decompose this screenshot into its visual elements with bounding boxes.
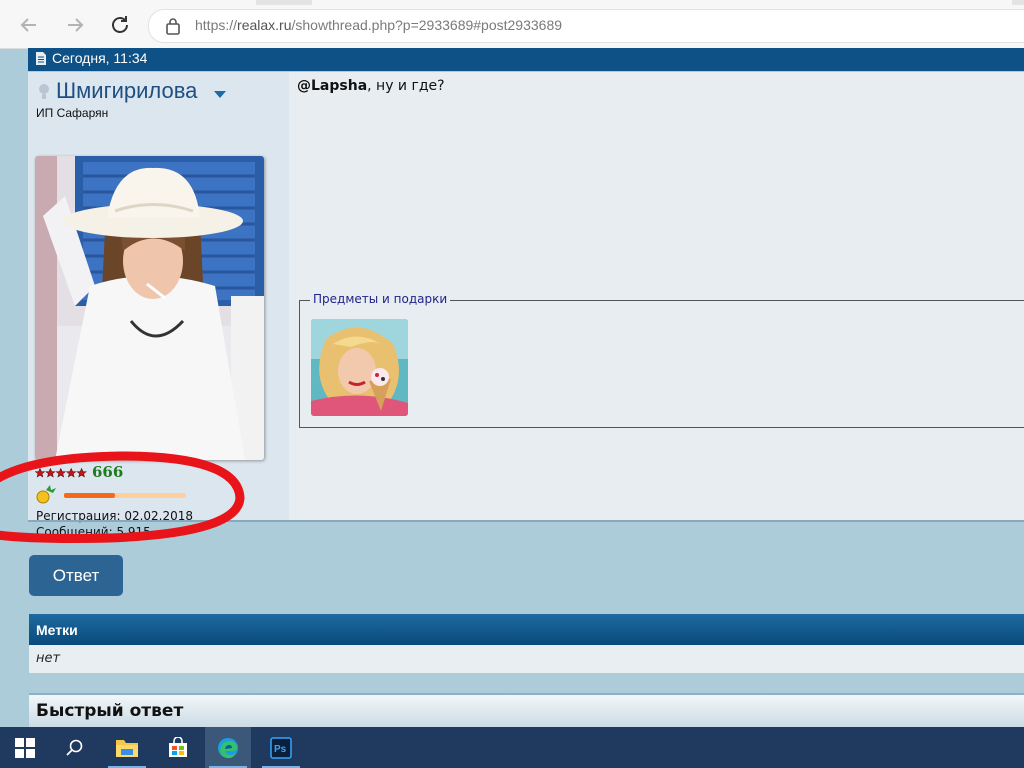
url-host: realax.ru (237, 17, 292, 33)
address-bar[interactable]: https://realax.ru/showthread.php?p=29336… (148, 9, 1024, 43)
windows-taskbar: Ps (0, 727, 1024, 768)
tab-strip (0, 0, 1024, 5)
refresh-icon[interactable] (105, 10, 135, 40)
back-arrow-icon[interactable] (14, 10, 44, 40)
gift-item[interactable] (311, 319, 408, 416)
url-text[interactable]: https://realax.ru/showthread.php?p=29336… (195, 17, 562, 33)
reputation-number: 666 (92, 463, 124, 481)
forum-page: Сегодня, 11:34 Шмигирилова ИП Сафарян 66… (0, 48, 1024, 730)
post-message: @Lapsha, ну и где? (297, 78, 445, 94)
gifts-legend: Предметы и подарки (310, 292, 451, 306)
search-icon[interactable] (52, 727, 98, 768)
file-explorer-icon[interactable] (104, 727, 150, 768)
tags-title: Метки (36, 622, 78, 638)
post-body: @Lapsha, ну и где? Предметы и подарки (289, 72, 1024, 520)
url-scheme: https:// (195, 17, 238, 33)
microsoft-store-icon[interactable] (155, 727, 201, 768)
level-progress-fill (64, 493, 116, 498)
quick-reply-header[interactable]: Быстрый ответ (29, 693, 1024, 730)
post-message-text: , ну и где? (367, 78, 445, 94)
quick-reply-title: Быстрый ответ (36, 701, 184, 721)
windows-start-icon[interactable] (2, 727, 48, 768)
forward-arrow-icon[interactable] (60, 10, 90, 40)
reply-button[interactable]: Ответ (29, 555, 123, 596)
post-divider (28, 520, 1024, 522)
user-info-panel: Шмигирилова ИП Сафарян 666 Регистрация: … (28, 72, 289, 539)
svg-text:Ps: Ps (274, 744, 287, 755)
edge-browser-icon[interactable] (205, 727, 251, 768)
lock-icon[interactable] (165, 17, 181, 35)
user-menu-caret-icon[interactable] (214, 91, 226, 98)
url-path: /showthread.php?p=2933689#post2933689 (291, 17, 563, 33)
tags-value: нет (36, 651, 61, 666)
reputation-stars-icon (35, 468, 87, 478)
offline-status-icon (39, 84, 49, 99)
post-date: Сегодня, 11:34 (52, 50, 148, 66)
user-mention-link[interactable]: @Lapsha (297, 78, 367, 94)
tags-body: нет (29, 645, 1024, 673)
photoshop-icon[interactable]: Ps (258, 727, 304, 768)
post-header: Сегодня, 11:34 (28, 48, 1024, 71)
username-link[interactable]: Шмигирилова (56, 78, 197, 104)
level-progress-bar (64, 493, 186, 498)
pineapple-icon (36, 485, 56, 504)
post-document-icon (36, 52, 46, 65)
user-title: ИП Сафарян (36, 106, 109, 120)
tags-header: Метки (29, 614, 1024, 645)
gifts-fieldset: Предметы и подарки (299, 292, 1024, 428)
message-count: Сообщений: 5,915 (36, 525, 151, 539)
browser-toolbar: https://realax.ru/showthread.php?p=29336… (0, 0, 1024, 49)
user-avatar[interactable] (35, 156, 264, 460)
